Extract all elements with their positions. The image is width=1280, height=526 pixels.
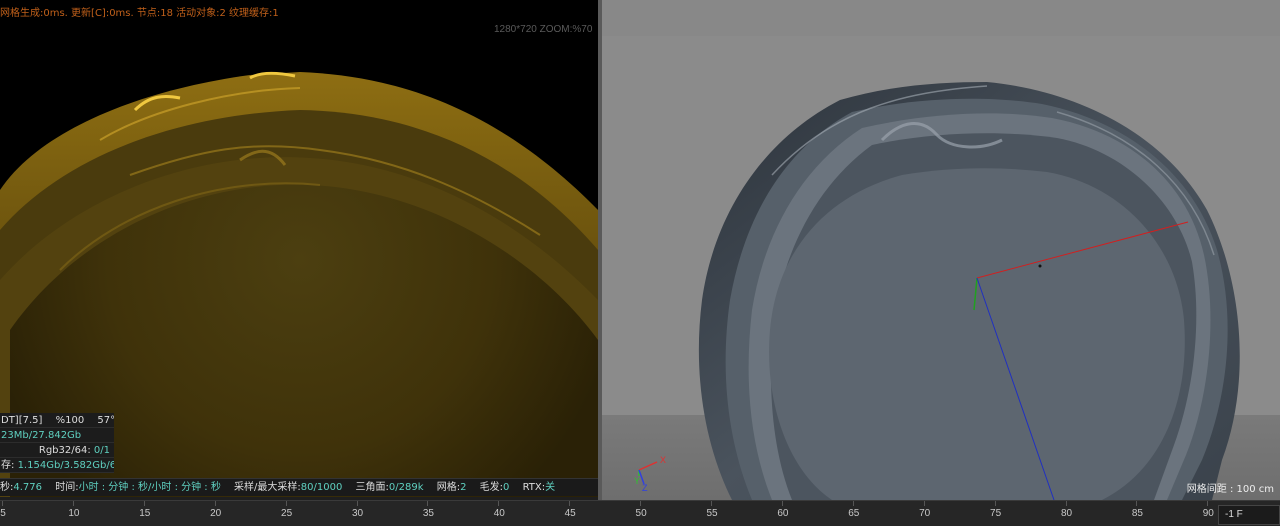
- render-info-bar: 秒:4.776 时间:小时 : 分钟 : 秒/小时 : 分钟 : 秒 采样/最大…: [0, 478, 598, 496]
- timeline-tick-label: 5: [0, 508, 6, 519]
- timeline-tick-label: 20: [210, 508, 222, 519]
- stats-memory-value: 1.154Gb/3.582Gb/6Gb: [17, 460, 114, 471]
- viewport-scene: X Y Z: [602, 0, 1280, 500]
- timeline-tick-label: 55: [706, 508, 718, 519]
- stats-memory: 存: 1.154Gb/3.582Gb/6Gb: [0, 458, 114, 473]
- timeline-tick: [640, 501, 642, 506]
- samples-value: 80/1000: [300, 482, 343, 493]
- model-inner-disc: [769, 168, 1185, 500]
- timeline-tick-label: 40: [493, 508, 505, 519]
- timeline-tick-label: 85: [1131, 508, 1143, 519]
- current-frame-field[interactable]: -1 F: [1218, 505, 1280, 525]
- render-status-line: 网格生成:0ms. 更新[C]:0ms. 节点:18 活动对象:2 纹理缓存:1: [0, 8, 279, 19]
- timeline-tick: [923, 501, 925, 506]
- timeline-tick-label: 65: [848, 508, 860, 519]
- timeline-tick-label: 90: [1202, 508, 1214, 519]
- timeline-tick-label: 45: [564, 508, 576, 519]
- object-pivot-dot: [1038, 264, 1042, 268]
- timeline-tick: [498, 501, 500, 506]
- seconds-value: 4.776: [13, 482, 43, 493]
- timeline-tick-label: 10: [68, 508, 80, 519]
- timeline-tick-label: 50: [635, 508, 647, 519]
- stats-row-device: DT][7.5] %100 57°C: [0, 413, 114, 428]
- timeline-tick: [1207, 501, 1209, 506]
- triangles-label: 三角面:: [355, 482, 389, 493]
- stats-device-label: DT][7.5]: [1, 415, 43, 426]
- stats-memory-label: 存:: [1, 460, 15, 471]
- triangles-value: 0/289k: [388, 482, 424, 493]
- timeline-tick-label: 35: [422, 508, 434, 519]
- time-label: 时间:: [55, 482, 79, 493]
- timeline-tick: [1136, 501, 1138, 506]
- grid-spacing-readout: 网格间距 : 100 cm: [1186, 484, 1274, 495]
- timeline-tick: [2, 501, 3, 506]
- timeline-tick-label: 15: [139, 508, 151, 519]
- gizmo-label-x: X: [660, 455, 666, 465]
- timeline-tick-label: 75: [990, 508, 1002, 519]
- hair-label: 毛发:: [479, 482, 504, 493]
- viewport-sky: [602, 0, 1280, 36]
- hair-value: 0: [503, 482, 510, 493]
- perspective-viewport[interactable]: X Y Z 网格间距 : 100 cm: [602, 0, 1280, 500]
- timeline-tick-label: 70: [919, 508, 931, 519]
- stats-rgb-value: 0/1: [93, 445, 110, 456]
- samples-label: 采样/最大采样:: [234, 482, 301, 493]
- seconds-label: 秒:: [0, 482, 14, 493]
- stats-rgb: Rgb32/64: 0/1: [0, 443, 114, 458]
- timeline-tick: [994, 501, 996, 506]
- stats-percent: %100: [55, 415, 85, 426]
- timeline-tick: [356, 501, 358, 506]
- timeline-tick: [285, 501, 287, 506]
- timeline-tick: [852, 501, 854, 506]
- render-resolution-zoom: 1280*720 ZOOM:%70: [494, 24, 593, 35]
- gizmo-label-y: Y: [634, 476, 640, 486]
- timeline-tick: [427, 501, 429, 506]
- timeline-tick: [143, 501, 145, 506]
- rtx-label: RTX:: [522, 482, 546, 493]
- timeline-tick-label: 25: [281, 508, 293, 519]
- stats-vram: 23Mb/27.842Gb: [0, 428, 114, 443]
- timeline-tick: [214, 501, 216, 506]
- timeline-tick: [1065, 501, 1067, 506]
- render-view[interactable]: 网格生成:0ms. 更新[C]:0ms. 节点:18 活动对象:2 纹理缓存:1…: [0, 0, 598, 497]
- render-stats-panel: DT][7.5] %100 57°C 23Mb/27.842Gb Rgb32/6…: [0, 413, 114, 473]
- timeline-tick-label: 30: [351, 508, 364, 519]
- stats-temperature: 57°C: [97, 415, 114, 426]
- rtx-value: 关: [545, 482, 556, 493]
- time-value: 小时 : 分钟 : 秒/小时 : 分钟 : 秒: [78, 482, 221, 493]
- timeline-tick: [569, 501, 571, 506]
- gizmo-label-z: Z: [642, 483, 648, 493]
- timeline-ruler[interactable]: 5 10 15 20 25 30 35 40 45 50 55 60 65 70 75 80 85 90 -1 F: [0, 500, 1280, 526]
- mesh-value: 2: [460, 482, 467, 493]
- timeline-tick-label: 80: [1060, 508, 1073, 519]
- timeline-tick-label: 60: [777, 508, 789, 519]
- timeline-tick: [781, 501, 783, 506]
- timeline-tick: [72, 501, 74, 506]
- mesh-label: 网格:: [436, 482, 461, 493]
- timeline-tick: [711, 501, 712, 506]
- stats-rgb-label: Rgb32/64:: [38, 445, 91, 456]
